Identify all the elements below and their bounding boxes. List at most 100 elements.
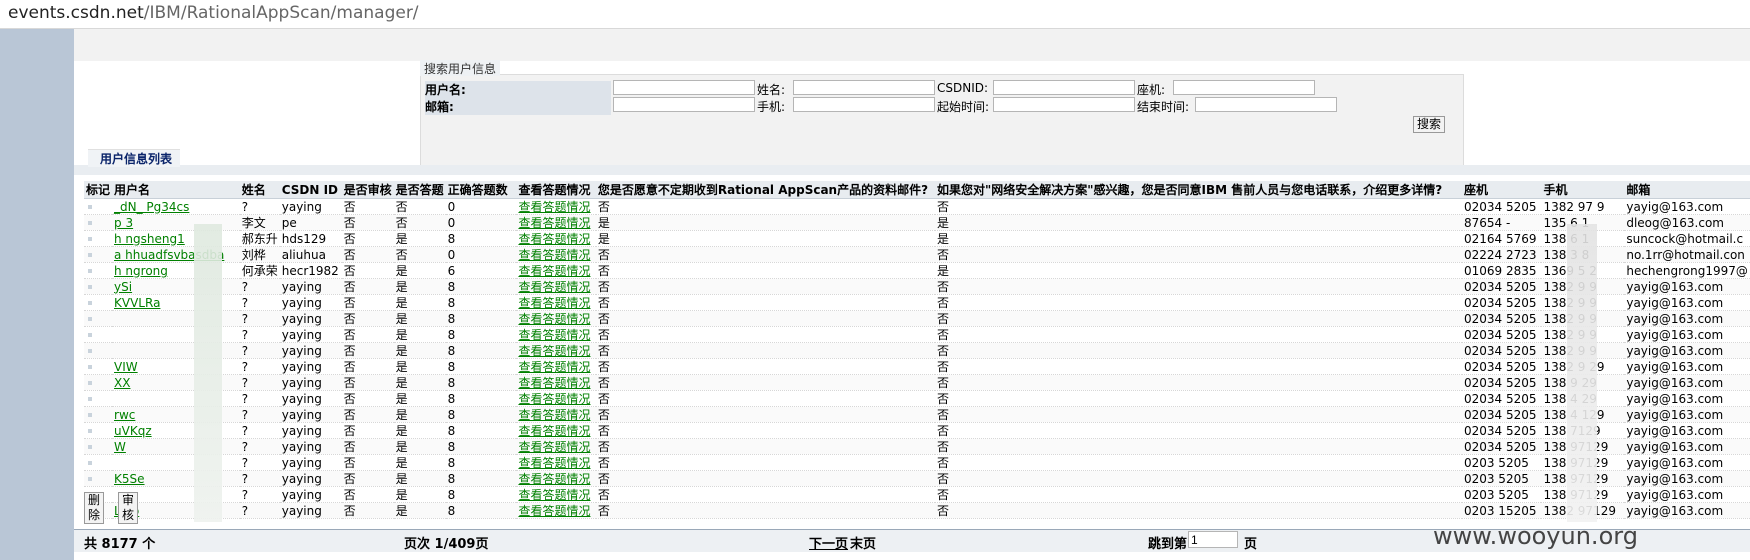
username-link[interactable]: _dN_ Pg34cs	[114, 200, 189, 214]
url-text[interactable]: events.csdn.net/IBM/RationalAppScan/mana…	[8, 3, 419, 23]
email-input[interactable]	[613, 97, 755, 112]
view-answers-link[interactable]: 查看答题情况	[518, 216, 590, 230]
checkbox-icon[interactable]	[88, 445, 92, 449]
username-link[interactable]: ySi	[114, 280, 132, 294]
row-mark[interactable]	[84, 310, 113, 327]
phone-input[interactable]	[1173, 80, 1315, 95]
checkbox-icon[interactable]	[88, 461, 92, 465]
row-mark[interactable]	[84, 214, 113, 231]
checkbox-icon[interactable]	[88, 381, 92, 385]
username-link[interactable]: W	[114, 440, 126, 454]
table-row: ?yaying否是8查看答题情况否否0203 5205138 97129yayi…	[84, 454, 1750, 471]
audit-button[interactable]: 审核	[118, 492, 139, 524]
row-mark[interactable]	[84, 230, 113, 247]
checkbox-icon[interactable]	[88, 317, 92, 321]
correct-count-cell: 8	[445, 454, 517, 471]
search-button[interactable]: 搜索	[1413, 116, 1446, 133]
row-mark[interactable]	[84, 470, 113, 487]
checkbox-icon[interactable]	[88, 365, 92, 369]
view-answers-link[interactable]: 查看答题情况	[518, 232, 590, 246]
name-input[interactable]	[793, 80, 935, 95]
username-link[interactable]: h ngrong	[114, 264, 168, 278]
view-answers-link[interactable]: 查看答题情况	[518, 488, 590, 502]
view-answers-link[interactable]: 查看答题情况	[518, 312, 590, 326]
checkbox-icon[interactable]	[88, 429, 92, 433]
checkbox-icon[interactable]	[88, 269, 92, 273]
row-mark[interactable]	[84, 294, 113, 311]
checkbox-icon[interactable]	[88, 477, 92, 481]
row-mark[interactable]	[84, 262, 113, 279]
checkbox-icon[interactable]	[88, 349, 92, 353]
view-answers-link[interactable]: 查看答题情况	[518, 328, 590, 342]
username-link[interactable]: rwc	[114, 408, 135, 422]
view-answers-link[interactable]: 查看答题情况	[518, 264, 590, 278]
correct-count-cell: 8	[445, 230, 517, 247]
username-input[interactable]	[613, 80, 755, 95]
username-link[interactable]: uVKqz	[114, 424, 152, 438]
checkbox-icon[interactable]	[88, 413, 92, 417]
username-link[interactable]: p 3	[114, 216, 133, 230]
view-answers-link[interactable]: 查看答题情况	[518, 280, 590, 294]
start-time-input[interactable]	[993, 97, 1135, 112]
row-mark[interactable]	[84, 438, 113, 455]
view-answers-link[interactable]: 查看答题情况	[518, 296, 590, 310]
row-mark[interactable]	[84, 246, 113, 263]
phone-cell: 02034 5205	[1461, 358, 1542, 375]
table-row: L3ib?yaying否是8查看答题情况否否0203 152051382 971…	[84, 502, 1750, 519]
view-answers-link[interactable]: 查看答题情况	[518, 376, 590, 390]
view-answers-link[interactable]: 查看答题情况	[518, 344, 590, 358]
view-answers-link[interactable]: 查看答题情况	[518, 504, 590, 518]
row-mark[interactable]	[84, 358, 113, 375]
table-row: ySi?yaying否是8查看答题情况否否02034 52051382 9 9y…	[84, 278, 1750, 295]
delete-button[interactable]: 删除	[84, 492, 105, 524]
row-mark[interactable]	[84, 342, 113, 359]
view-answers-link[interactable]: 查看答题情况	[518, 392, 590, 406]
row-mark[interactable]	[84, 326, 113, 343]
row-mark[interactable]	[84, 454, 113, 471]
username-link[interactable]: h ngsheng1	[114, 232, 185, 246]
email-cell: yayig@163.com	[1624, 374, 1750, 391]
email-cell: yayig@163.com	[1624, 326, 1750, 343]
view-answers-link[interactable]: 查看答题情况	[518, 440, 590, 454]
jump-page-input[interactable]	[1188, 531, 1238, 548]
row-mark[interactable]	[84, 198, 113, 215]
username-link[interactable]: K5Se	[114, 472, 145, 486]
csdnid-input[interactable]	[993, 80, 1135, 95]
end-time-input[interactable]	[1195, 97, 1337, 112]
q1-cell: 否	[595, 262, 935, 279]
last-page-link[interactable]: 末页	[850, 533, 876, 552]
table-row: uVKqz?yaying否是8查看答题情况否否02034 5205138 712…	[84, 422, 1750, 439]
view-answers-link[interactable]: 查看答题情况	[518, 456, 590, 470]
view-answers-link[interactable]: 查看答题情况	[518, 200, 590, 214]
view-answers-link[interactable]: 查看答题情况	[518, 424, 590, 438]
column-header: 是否答题	[393, 181, 446, 199]
view-answers-link[interactable]: 查看答题情况	[518, 360, 590, 374]
checkbox-icon[interactable]	[88, 285, 92, 289]
view-answers-link[interactable]: 查看答题情况	[518, 248, 590, 262]
checkbox-icon[interactable]	[88, 205, 92, 209]
csdn-id-cell: yaying	[279, 374, 342, 391]
checkbox-icon[interactable]	[88, 237, 92, 241]
answered-cell: 否	[393, 246, 446, 263]
username-link[interactable]: VIW	[114, 360, 138, 374]
row-mark[interactable]	[84, 406, 113, 423]
row-mark[interactable]	[84, 422, 113, 439]
checkbox-icon[interactable]	[88, 253, 92, 257]
answered-cell: 否	[393, 214, 446, 231]
browser-address-bar[interactable]: events.csdn.net/IBM/RationalAppScan/mana…	[0, 0, 1750, 29]
row-mark[interactable]	[84, 374, 113, 391]
q1-cell: 否	[595, 246, 935, 263]
checkbox-icon[interactable]	[88, 333, 92, 337]
row-mark[interactable]	[84, 278, 113, 295]
checkbox-icon[interactable]	[88, 397, 92, 401]
phone-cell: 0203 5205	[1461, 486, 1542, 503]
view-answers-link[interactable]: 查看答题情况	[518, 472, 590, 486]
mobile-input[interactable]	[793, 97, 935, 112]
checkbox-icon[interactable]	[88, 221, 92, 225]
username-link[interactable]: KVVLRa	[114, 296, 160, 310]
next-page-link[interactable]: 下一页	[809, 533, 848, 552]
row-mark[interactable]	[84, 390, 113, 407]
username-link[interactable]: XX	[114, 376, 130, 390]
view-answers-link[interactable]: 查看答题情况	[518, 408, 590, 422]
checkbox-icon[interactable]	[88, 301, 92, 305]
